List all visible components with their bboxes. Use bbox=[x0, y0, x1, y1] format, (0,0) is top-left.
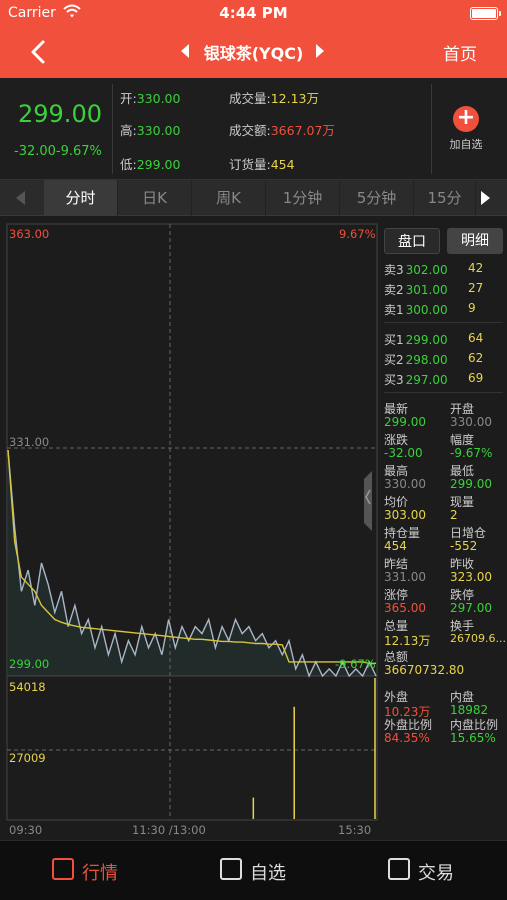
tab-5min[interactable]: 5分钟 bbox=[340, 180, 414, 216]
open-value: 330.00 bbox=[450, 415, 492, 429]
prev-close-value: 323.00 bbox=[450, 570, 492, 584]
navigation-bar: 银球茶(YQC) 首页 bbox=[0, 26, 507, 78]
x-axis-start-label: 09:30 bbox=[9, 823, 43, 837]
volume-top-label: 54018 bbox=[9, 680, 46, 694]
ask-row: 卖2 301.00 27 bbox=[384, 281, 484, 297]
position-value: 454 bbox=[384, 539, 407, 553]
low-cell: 低:299.00 bbox=[120, 157, 181, 172]
current-volume-value: 2 bbox=[450, 508, 458, 522]
prev-settle-value: 331.00 bbox=[384, 570, 426, 584]
bid-row: 买1 299.00 64 bbox=[384, 331, 484, 347]
volume-cell: 成交量:12.13万 bbox=[229, 91, 320, 106]
market-icon bbox=[52, 858, 74, 880]
ask-row: 卖1 300.00 9 bbox=[384, 301, 476, 317]
volume-mid-label: 27009 bbox=[9, 751, 46, 765]
limit-up-value: 365.00 bbox=[384, 601, 426, 615]
turnover-value: 26709.6... bbox=[450, 632, 506, 645]
bid-row: 买3 297.00 69 bbox=[384, 371, 484, 387]
bid-row: 买2 298.00 62 bbox=[384, 351, 484, 367]
x-axis-mid-label: 11:30 /13:00 bbox=[132, 823, 206, 837]
high-cell: 高:330.00 bbox=[120, 123, 181, 138]
order-book-panel: 盘口 明细 卖3 302.00 42 卖2 301.00 27 卖1 300.00 9 买1… bbox=[380, 216, 507, 840]
chart-canvas bbox=[6, 223, 378, 821]
inner-ratio-value: 15.65% bbox=[450, 731, 496, 745]
status-bar: Carrier 4:44 PM bbox=[0, 0, 507, 26]
bottom-tab-bar: 行情 自选 交易 bbox=[0, 840, 507, 900]
tab-intraday[interactable]: 分时 bbox=[44, 180, 118, 216]
avg-price-value: 303.00 bbox=[384, 508, 426, 522]
tabs-scroll-left-icon[interactable] bbox=[16, 191, 25, 205]
battery-icon bbox=[470, 7, 501, 20]
add-watchlist-label: 加自选 bbox=[449, 138, 483, 151]
high-value: 330.00 bbox=[384, 477, 426, 491]
y-axis-top-label: 363.00 bbox=[9, 227, 50, 241]
tab-15min[interactable]: 15分 bbox=[414, 180, 476, 216]
inner-volume-value: 18982 bbox=[450, 703, 489, 717]
next-symbol-arrow-icon[interactable] bbox=[316, 44, 324, 58]
amplitude-value: -9.67% bbox=[450, 446, 493, 460]
period-tabs: 分时 日K 周K 1分钟 5分钟 15分 bbox=[0, 180, 507, 216]
amount-cell: 成交额:3667.07万 bbox=[229, 123, 335, 138]
price-change: -32.00-9.67% bbox=[14, 144, 102, 159]
add-to-watchlist-button[interactable]: + 加自选 bbox=[448, 106, 484, 152]
latest-value: 299.00 bbox=[384, 415, 426, 429]
plus-icon: + bbox=[453, 106, 479, 132]
tab-daily-k[interactable]: 日K bbox=[118, 180, 192, 216]
y-axis-bottom-label: 299.00 bbox=[9, 657, 50, 671]
total-volume-value: 12.13万 bbox=[384, 634, 431, 648]
checkbox-icon bbox=[220, 858, 242, 880]
divider bbox=[431, 84, 432, 174]
tab-order-book[interactable]: 盘口 bbox=[384, 228, 440, 254]
daily-position-change-value: -552 bbox=[450, 539, 478, 553]
y-axis-mid-label: 331.00 bbox=[9, 435, 50, 449]
outer-ratio-value: 84.35% bbox=[384, 731, 430, 745]
open-cell: 开:330.00 bbox=[120, 91, 181, 106]
clock: 4:44 PM bbox=[219, 4, 288, 22]
pct-bottom-label: -9.67% bbox=[335, 657, 376, 671]
tab-weekly-k[interactable]: 周K bbox=[192, 180, 266, 216]
divider bbox=[384, 392, 503, 393]
home-link[interactable]: 首页 bbox=[443, 40, 477, 65]
ask-row: 卖3 302.00 42 bbox=[384, 261, 484, 277]
low-value: 299.00 bbox=[450, 477, 492, 491]
tab-trade-detail[interactable]: 明细 bbox=[447, 228, 503, 254]
price-area-fill bbox=[8, 450, 376, 676]
order-cell: 订货量:454 bbox=[229, 157, 295, 172]
limit-down-value: 297.00 bbox=[450, 601, 492, 615]
symbol-title: 银球茶(YQC) bbox=[203, 44, 304, 63]
tabs-scroll-right-icon[interactable] bbox=[481, 191, 490, 205]
pct-top-label: 9.67% bbox=[339, 227, 376, 241]
last-price: 299.00 bbox=[18, 100, 102, 128]
change-value: -32.00 bbox=[384, 446, 423, 460]
trade-icon bbox=[388, 858, 410, 880]
divider bbox=[112, 84, 113, 174]
total-amount-value: 36670732.80 bbox=[384, 663, 465, 677]
x-axis-end-label: 15:30 bbox=[338, 823, 372, 837]
quote-summary: 299.00 -32.00-9.67% 开:330.00 高:330.00 低:… bbox=[0, 78, 507, 180]
divider bbox=[384, 322, 503, 323]
tab-1min[interactable]: 1分钟 bbox=[266, 180, 340, 216]
